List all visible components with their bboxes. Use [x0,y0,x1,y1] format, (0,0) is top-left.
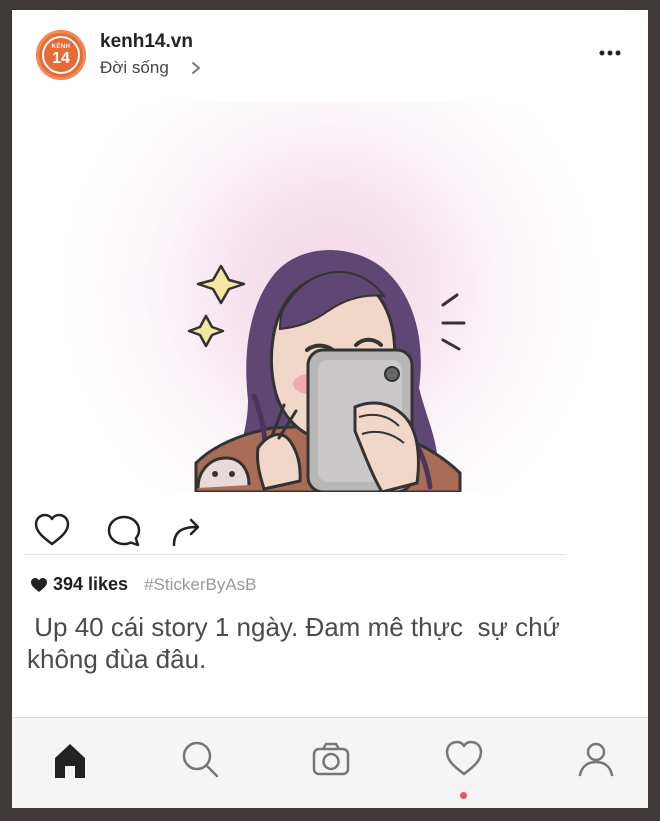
likes-count-group[interactable]: 394 likes [30,574,128,595]
instagram-post-card: KÊNH 14 kenh14.vn Đời sống 394 likes #St… [12,10,648,808]
category-label: Đời sống [100,58,169,77]
bottom-navigation [12,717,648,808]
post-actions [32,503,572,555]
motion-lines-icon [441,293,466,351]
home-icon[interactable] [46,735,94,783]
camera-icon[interactable] [307,735,355,783]
divider [24,554,566,555]
account-name[interactable]: kenh14.vn [100,31,193,53]
search-icon[interactable] [176,735,224,783]
chevron-right-icon [191,62,200,74]
comment-icon[interactable] [104,511,144,551]
heart-icon[interactable] [440,735,488,783]
profile-icon[interactable] [572,735,620,783]
avatar-logo-number: 14 [52,49,70,67]
post-header: KÊNH 14 kenh14.vn Đời sống [12,10,648,102]
post-image[interactable] [12,102,648,492]
share-icon[interactable] [167,511,207,551]
selfie-girl-illustration [187,249,466,492]
likes-count: 394 likes [53,574,129,594]
hashtag-link[interactable]: #StickerByAsB [144,575,256,595]
avatar[interactable]: KÊNH 14 [36,30,86,80]
likes-row: 394 likes #StickerByAsB [30,574,257,595]
post-caption: Up 40 cái story 1 ngày. Đam mê thực sự c… [27,612,560,674]
category-row[interactable]: Đời sống [100,58,203,78]
notification-dot [460,792,467,799]
heart-outline-icon[interactable] [32,511,72,551]
sparkle-icon [187,264,246,348]
heart-filled-icon [31,577,47,592]
more-options-icon[interactable] [598,44,622,62]
avatar-logo: KÊNH 14 [42,36,80,74]
